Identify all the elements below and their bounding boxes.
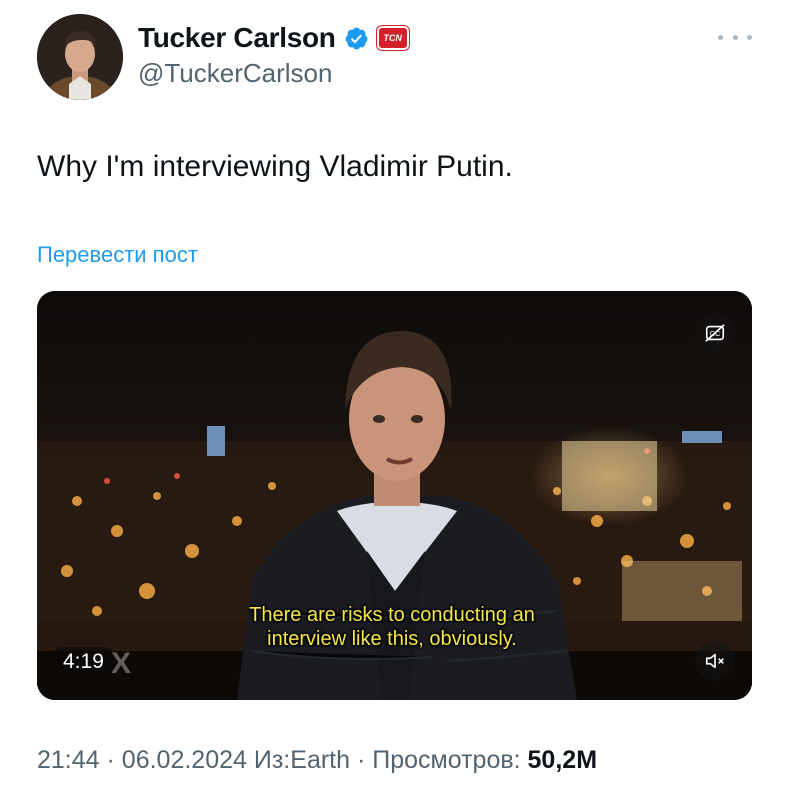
author-display-name[interactable]: Tucker Carlson	[138, 22, 336, 54]
translate-post-link[interactable]: Перевести пост	[37, 242, 198, 268]
post-date[interactable]: 06.02.2024	[122, 746, 247, 774]
author-name-row: Tucker Carlson TCN	[138, 20, 409, 56]
separator: ·	[356, 746, 366, 774]
closed-captions-off-icon: CC	[705, 324, 725, 342]
video-player[interactable]: CC There are risks to conducting an inte…	[37, 291, 752, 700]
verified-badge-icon[interactable]	[344, 26, 369, 51]
views-label: Просмотров:	[372, 746, 521, 774]
more-options-icon[interactable]	[718, 28, 752, 46]
closed-captions-button[interactable]: CC	[695, 313, 735, 353]
video-duration: 4:19	[55, 647, 112, 677]
mute-button[interactable]	[695, 641, 735, 681]
video-subtitle: There are risks to conducting an intervi…	[249, 604, 535, 650]
separator: ·	[106, 746, 115, 774]
affiliate-badge[interactable]: TCN	[376, 26, 409, 50]
x-watermark: X	[111, 647, 132, 680]
post-time[interactable]: 21:44	[37, 746, 100, 774]
author-avatar[interactable]	[37, 14, 123, 100]
avatar-image	[37, 14, 123, 100]
author-handle[interactable]: @TuckerCarlson	[138, 58, 332, 89]
source-prefix: Из:	[253, 746, 291, 774]
views-count[interactable]: 50,2M	[528, 746, 597, 774]
tweet-metadata: 21:44 · 06.02.2024 Из:Earth · Просмотров…	[37, 746, 597, 775]
muted-volume-icon	[705, 653, 724, 669]
tweet-text: Why I'm interviewing Vladimir Putin.	[37, 150, 513, 183]
affiliate-badge-label: TCN	[383, 33, 402, 43]
post-source: Earth	[290, 746, 351, 774]
